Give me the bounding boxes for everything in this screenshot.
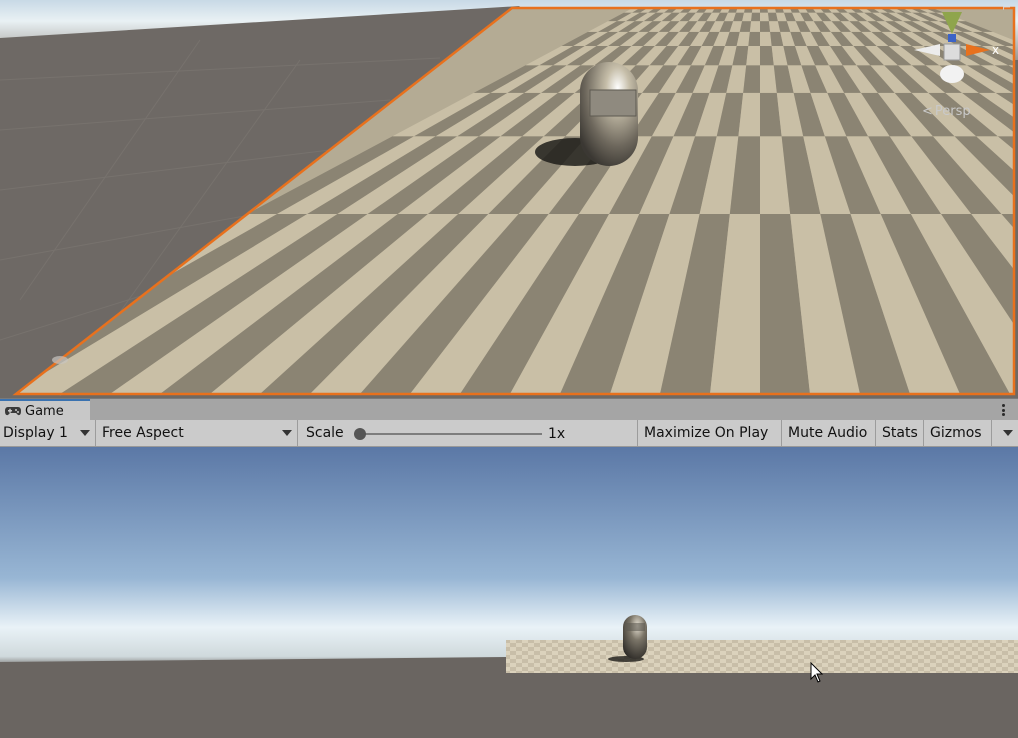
- display-dropdown[interactable]: Display 1: [0, 420, 96, 446]
- mute-audio-toggle[interactable]: Mute Audio: [782, 420, 876, 446]
- scene-lock-icon[interactable]: ⌐: [1002, 2, 1014, 14]
- orientation-gizmo[interactable]: x: [910, 8, 1012, 92]
- persp-arrow-icon: <: [922, 104, 933, 119]
- scale-slider-handle[interactable]: [354, 428, 366, 440]
- gizmo-y-arrow-icon[interactable]: [942, 12, 962, 34]
- gizmo-neg-y-icon[interactable]: [940, 65, 964, 83]
- scale-label: Scale: [306, 425, 344, 441]
- maximize-on-play-toggle[interactable]: Maximize On Play: [638, 420, 782, 446]
- floor-tile: [760, 46, 774, 66]
- chevron-down-icon: [80, 430, 90, 436]
- game-toolbar: Display 1 Free Aspect Scale 1x Maximize …: [0, 420, 1018, 447]
- gizmos-label: Gizmos: [930, 425, 982, 441]
- gizmo-center-cube-icon[interactable]: [943, 43, 961, 61]
- aspect-dropdown-label: Free Aspect: [102, 425, 184, 441]
- floor-tile: [760, 21, 771, 32]
- stats-toggle[interactable]: Stats: [876, 420, 924, 446]
- scene-view[interactable]: x < Persp ⌐: [0, 0, 1018, 398]
- floor-tile: [749, 21, 760, 32]
- display-dropdown-label: Display 1: [3, 425, 68, 441]
- floor-tile: [748, 31, 760, 47]
- gizmos-dropdown[interactable]: [992, 420, 1018, 446]
- aspect-dropdown[interactable]: Free Aspect: [96, 420, 298, 446]
- game-capsule-player[interactable]: [623, 615, 647, 659]
- tab-game[interactable]: Game: [0, 399, 90, 421]
- gamepad-icon: [5, 407, 21, 416]
- maximize-on-play-label: Maximize On Play: [644, 425, 769, 441]
- tab-options-menu-icon[interactable]: [1000, 402, 1006, 418]
- capsule-player[interactable]: [580, 62, 638, 166]
- stats-label: Stats: [882, 425, 918, 441]
- light-gizmo-icon[interactable]: [52, 356, 68, 364]
- scale-slider-track[interactable]: [356, 433, 542, 435]
- scale-value: 1x: [548, 426, 566, 442]
- chevron-down-icon: [1003, 430, 1013, 436]
- floor-tile: [751, 12, 760, 22]
- floor-tile: [760, 12, 769, 22]
- projection-toggle[interactable]: < Persp: [922, 104, 971, 119]
- gizmos-toggle[interactable]: Gizmos: [924, 420, 992, 446]
- gizmo-neg-x-arrow-icon[interactable]: [914, 44, 940, 56]
- gizmo-x-label: x: [992, 43, 999, 57]
- scene-viewport[interactable]: [0, 0, 1018, 398]
- mouse-cursor-icon: [810, 662, 824, 683]
- projection-label: Persp: [934, 104, 971, 119]
- chevron-down-icon: [282, 430, 292, 436]
- game-viewport[interactable]: [0, 447, 1018, 738]
- floor-tile: [746, 46, 760, 66]
- mute-audio-label: Mute Audio: [788, 425, 868, 441]
- floor-tile: [760, 31, 772, 47]
- game-tab-bar: Game: [0, 398, 1018, 421]
- gizmo-x-arrow-icon[interactable]: [966, 44, 990, 56]
- tab-game-label: Game: [25, 403, 64, 419]
- game-view[interactable]: [0, 447, 1018, 738]
